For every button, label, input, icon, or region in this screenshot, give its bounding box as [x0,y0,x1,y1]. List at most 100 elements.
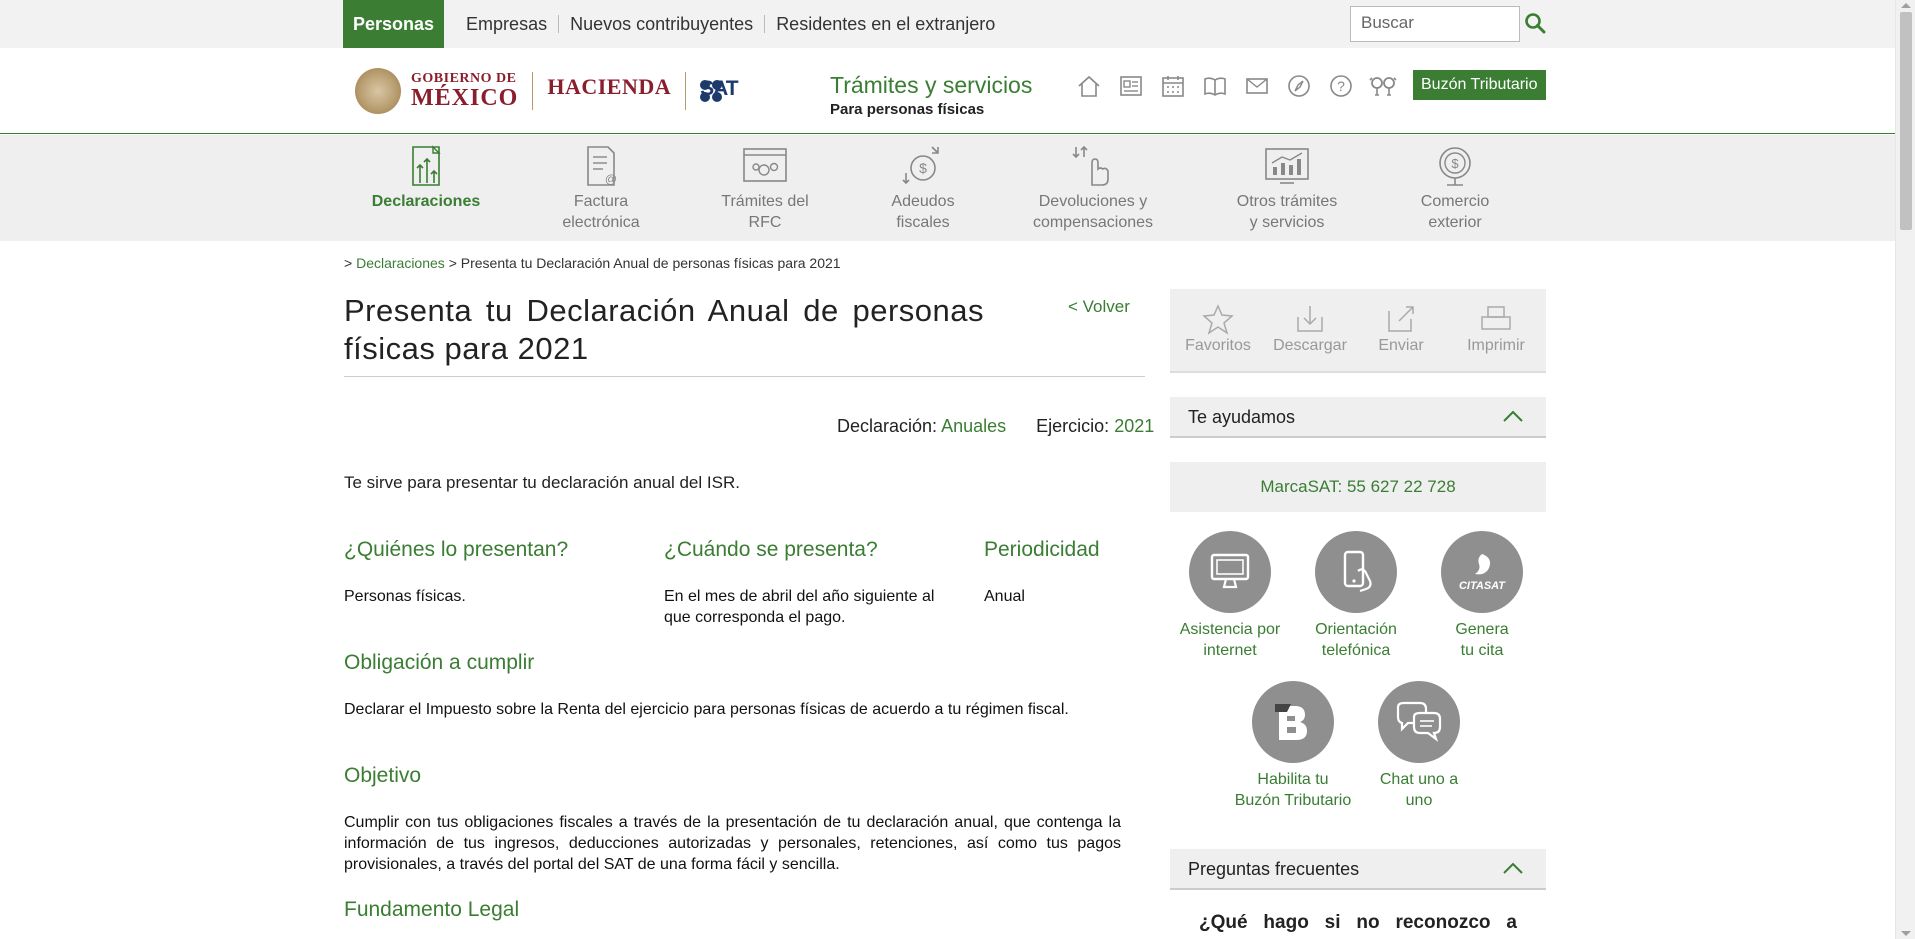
breadcrumb-separator: > [448,255,457,271]
accessibility-icon[interactable] [1362,70,1404,102]
help-label-2: telefónica [1321,642,1391,659]
orientacion-telefonica-link[interactable]: Orientación telefónica [1296,531,1416,661]
svg-text:@: @ [605,172,617,186]
faq-word: hago [1263,912,1309,933]
faq-word: reconozco [1395,912,1491,933]
scroll-up-icon[interactable] [1901,3,1911,8]
logo-text-line1: GOBIERNO DE [411,71,517,86]
chevron-up-icon[interactable] [1502,409,1524,423]
breadcrumb: > Declaraciones > Presenta tu Declaració… [344,255,841,271]
category-declaraciones[interactable]: Declaraciones [370,143,482,212]
help-label: Orientación [1315,621,1397,638]
category-factura-electronica[interactable]: @ Factura electrónica [545,143,657,233]
category-label: Comercio [1420,193,1490,210]
sat-logo: SAT [700,78,739,102]
favoritos-label: Favoritos [1185,337,1251,354]
objetivo-heading: Objetivo [344,764,422,787]
government-logos[interactable]: GOBIERNO DE MÉXICO HACIENDA SAT [355,64,739,118]
te-ayudamos-title: Te ayudamos [1188,407,1296,427]
scroll-down-icon[interactable] [1901,931,1911,936]
buzon-b-icon [1252,681,1334,763]
category-label: Trámites del [721,193,809,210]
chat-uno-a-uno-link[interactable]: Chat uno a uno [1359,681,1479,811]
mexico-seal-icon [355,68,401,114]
enviar-label: Enviar [1378,337,1424,354]
tab-empresas[interactable]: Empresas [455,15,560,33]
category-label-2: electrónica [562,214,640,231]
help-label: Asistencia por [1179,621,1281,638]
preguntas-frecuentes-title: Preguntas frecuentes [1188,859,1360,879]
print-icon [1481,306,1511,330]
devoluciones-icon [1072,145,1109,186]
breadcrumb-separator: > [344,255,353,271]
category-otros-tramites[interactable]: Otros trámites y servicios [1222,143,1352,233]
help-label-2: uno [1405,792,1433,809]
faq-word: ¿Qué [1199,912,1248,933]
ejercicio-value[interactable]: 2021 [1114,416,1154,436]
faq-question[interactable]: ¿Qué hago si no reconozco a [1199,912,1517,934]
news-icon[interactable] [1110,70,1152,102]
enviar-button[interactable]: Enviar [1368,303,1434,355]
logo-divider [532,72,534,110]
quienes-heading: ¿Quiénes lo presentan? [344,538,569,561]
help-label: Genera [1455,621,1509,638]
fundamento-heading: Fundamento Legal [344,898,520,921]
gobierno-de-mexico-logo: GOBIERNO DE MÉXICO [411,71,518,111]
adeudos-icon: $ [902,146,939,185]
preguntas-frecuentes-header[interactable]: Preguntas frecuentes [1170,849,1546,890]
breadcrumb-link-declaraciones[interactable]: Declaraciones [356,255,445,271]
factura-icon: @ [587,146,617,186]
category-adeudos-fiscales[interactable]: $ Adeudos fiscales [867,143,979,233]
book-icon[interactable] [1194,70,1236,102]
favoritos-button[interactable]: Favoritos [1180,303,1256,355]
quienes-text: Personas físicas. [344,588,466,605]
category-tramites-rfc[interactable]: Trámites del RFC [709,143,821,233]
periodicidad-heading: Periodicidad [984,538,1100,561]
category-comercio-exterior[interactable]: $ Comercio exterior [1399,143,1511,233]
obligacion-heading: Obligación a cumplir [344,651,535,674]
faq-word: no [1356,912,1380,933]
category-navigation: Declaraciones @ Factura electrónica Trám… [0,135,1895,241]
help-label-2: tu cita [1460,642,1504,659]
top-navigation: Personas Empresas Nuevos contribuyentes … [0,0,1895,48]
lead-text: Te sirve para presentar tu declaración a… [344,473,740,492]
category-devoluciones[interactable]: Devoluciones y compensaciones [1028,143,1158,233]
declaracion-value[interactable]: Anuales [941,416,1006,436]
help-label-2: internet [1203,642,1257,659]
calendar-icon[interactable] [1152,70,1194,102]
descargar-button[interactable]: Descargar [1270,303,1350,355]
compass-icon[interactable] [1278,70,1320,102]
search-icon[interactable] [1524,12,1546,34]
mail-icon[interactable] [1236,70,1278,102]
imprimir-button[interactable]: Imprimir [1456,303,1536,355]
help-icon[interactable]: ? [1320,70,1362,102]
hacienda-logo: HACIENDA [547,76,671,106]
habilita-buzon-link[interactable]: Habilita tu Buzón Tributario [1233,681,1353,811]
te-ayudamos-header[interactable]: Te ayudamos [1170,397,1546,438]
ejercicio-label: Ejercicio: [1036,416,1110,436]
scrollbar-thumb[interactable] [1900,12,1912,230]
genera-cita-link[interactable]: CITASAT Genera tu cita [1422,531,1542,661]
site-header: GOBIERNO DE MÉXICO HACIENDA SAT Trámites… [0,48,1895,134]
category-label: Otros trámites [1236,193,1338,210]
tab-personas[interactable]: Personas [343,0,445,48]
vertical-scrollbar[interactable] [1895,0,1915,939]
declaracion-label: Declaración: [837,416,938,436]
marcasat-phone[interactable]: MarcaSAT: 55 627 22 728 [1170,462,1546,512]
chevron-up-icon[interactable] [1502,861,1524,875]
back-link[interactable]: < Volver [1068,297,1130,317]
category-label: Adeudos [891,193,955,210]
category-label: Factura [573,193,629,210]
buzon-tributario-button[interactable]: Buzón Tributario [1413,70,1546,100]
asistencia-internet-link[interactable]: Asistencia por internet [1170,531,1290,661]
search-input[interactable]: Buscar [1350,6,1520,42]
comercio-icon: $ [1439,147,1471,186]
imprimir-label: Imprimir [1467,337,1525,354]
objetivo-text: Cumplir con tus obligaciones fiscales a … [344,814,1121,873]
category-label: Declaraciones [371,193,481,210]
tab-nuevos-contribuyentes[interactable]: Nuevos contribuyentes [559,15,766,33]
section-title: Trámites y servicios Para personas físic… [830,72,1032,118]
tab-residentes-extranjero[interactable]: Residentes en el extranjero [765,15,1006,33]
home-icon[interactable] [1068,70,1110,102]
share-icon [1388,306,1414,332]
